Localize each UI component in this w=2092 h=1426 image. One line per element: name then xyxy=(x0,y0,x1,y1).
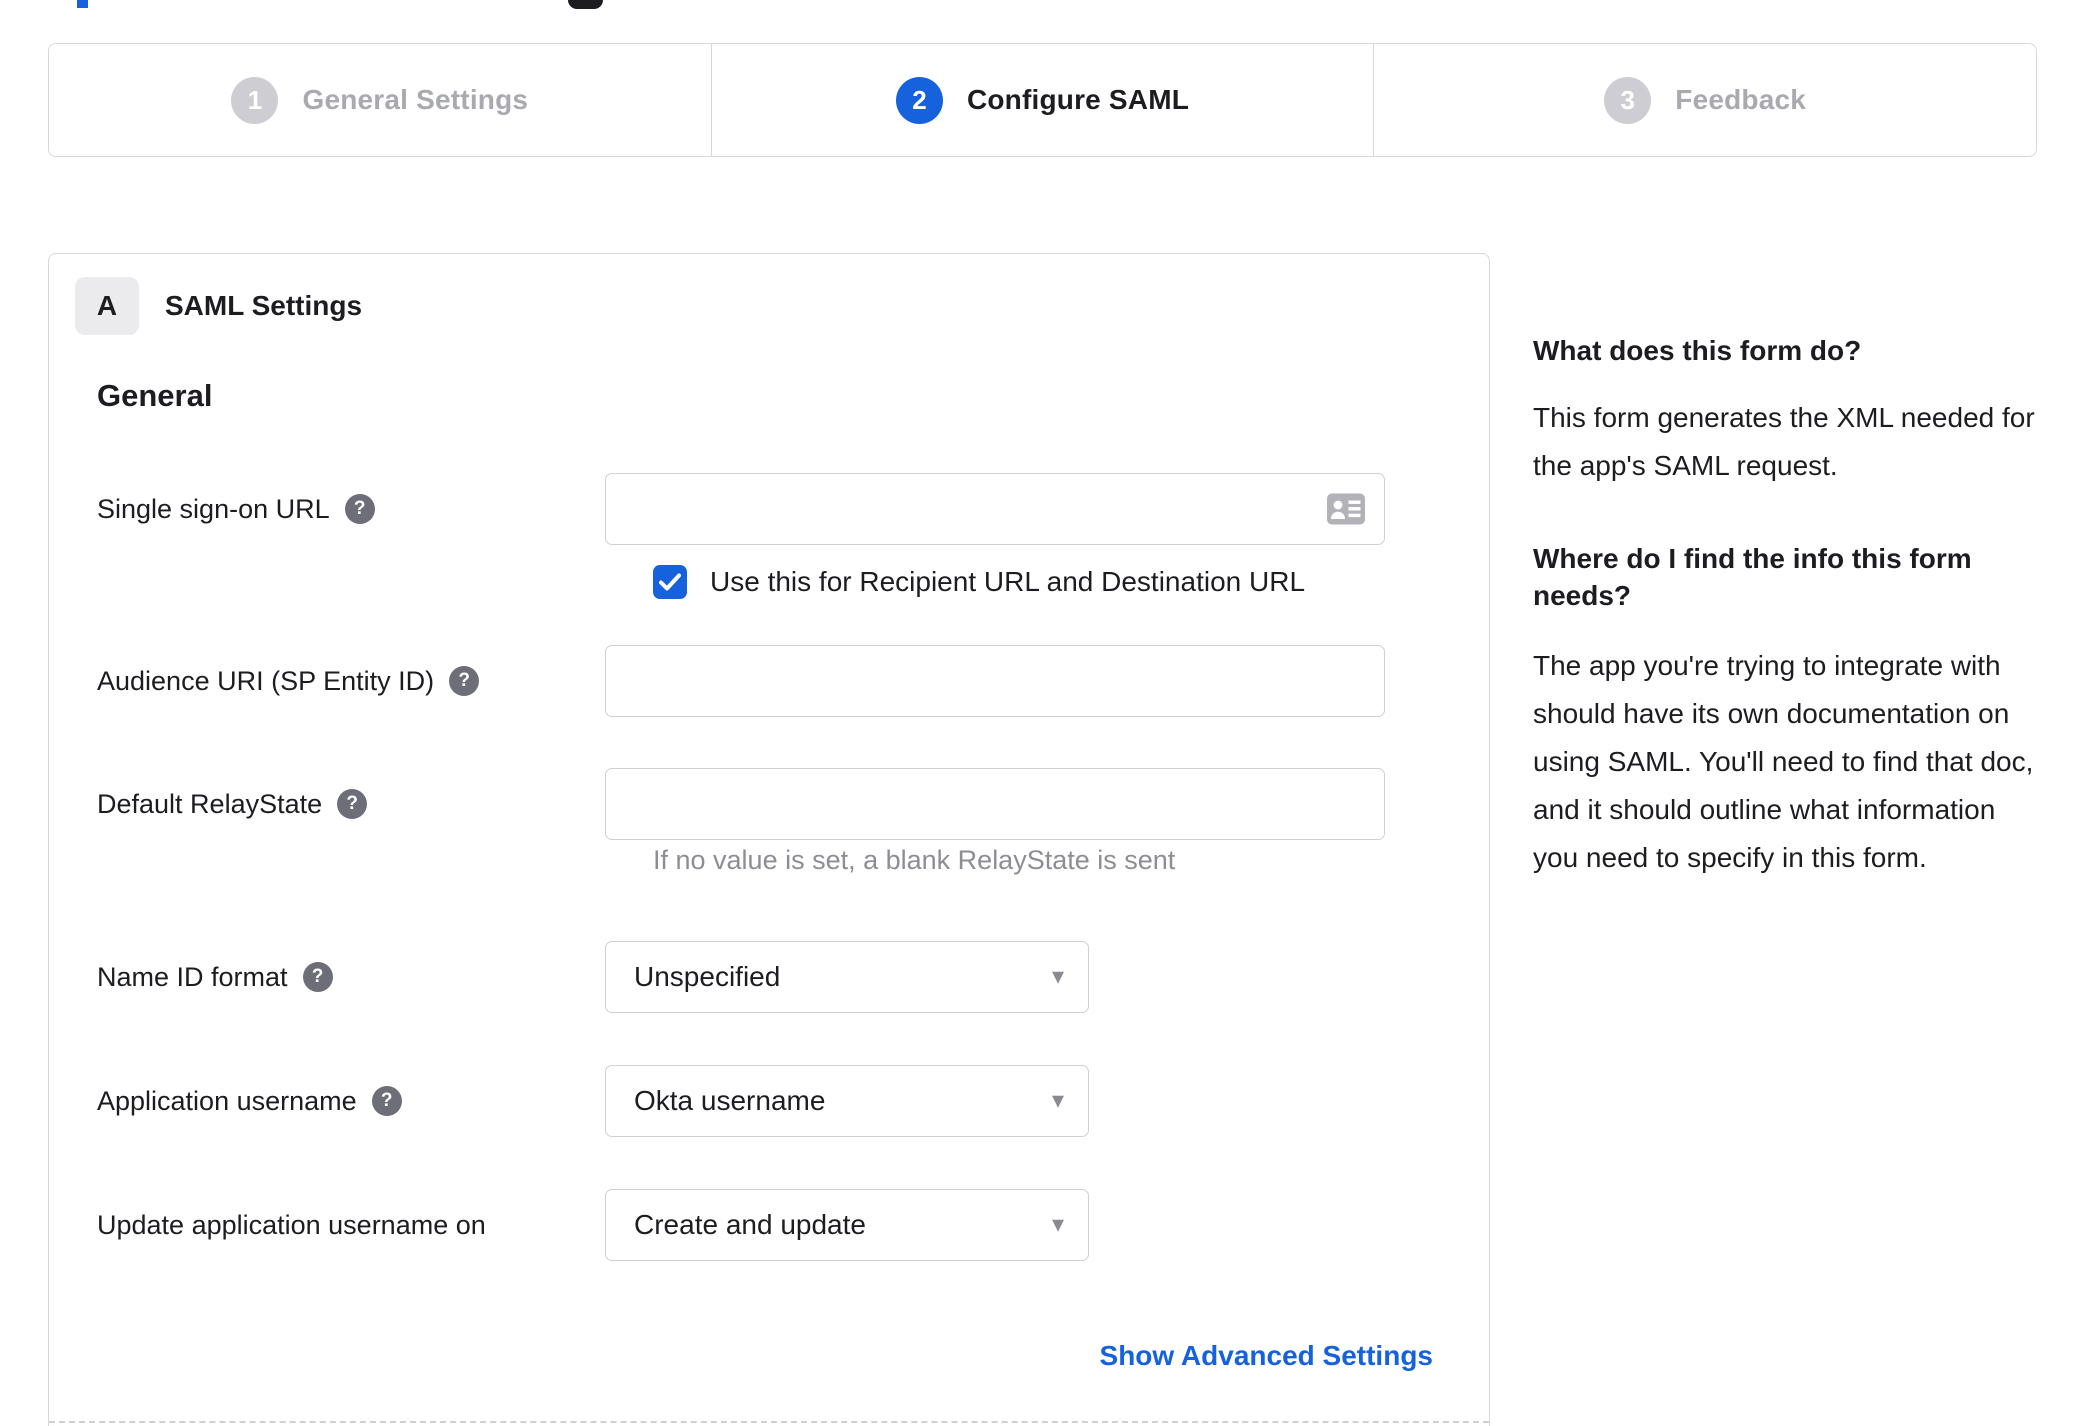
step-general-settings[interactable]: 1 General Settings xyxy=(49,44,711,156)
step-number-badge: 2 xyxy=(895,76,943,124)
help-icon[interactable]: ? xyxy=(344,494,375,524)
select-value: Unspecified xyxy=(634,961,781,992)
field-row-application-username: Application username ? Okta username ▾ xyxy=(49,1065,1489,1137)
step-feedback[interactable]: 3 Feedback xyxy=(1373,44,2036,156)
help-sidebar: What does this form do? This form genera… xyxy=(1533,305,2038,882)
sidebar-para-what: This form generates the XML needed for t… xyxy=(1533,402,2035,481)
field-label-text: Application username xyxy=(97,1085,357,1116)
step-number-badge: 1 xyxy=(231,76,279,124)
field-row-audience-uri: Audience URI (SP Entity ID) ? xyxy=(49,645,1489,717)
panel-title: SAML Settings xyxy=(165,290,363,321)
recipient-destination-checkbox-label[interactable]: Use this for Recipient URL and Destinati… xyxy=(710,566,1305,598)
field-label-text: Default RelayState xyxy=(97,788,323,819)
step-label: Configure SAML xyxy=(966,84,1190,115)
sidebar-heading-where: Where do I find the info this form needs… xyxy=(1533,543,1972,611)
single-sign-on-url-input-wrap xyxy=(605,473,1385,545)
wizard-stepper: 1 General Settings 2 Configure SAML 3 Fe… xyxy=(48,43,2037,157)
audience-uri-input[interactable] xyxy=(605,645,1385,717)
field-label-text: Audience URI (SP Entity ID) xyxy=(97,665,435,696)
show-advanced-settings-link[interactable]: Show Advanced Settings xyxy=(1100,1340,1433,1371)
recipient-destination-checkbox-row: Use this for Recipient URL and Destinati… xyxy=(653,565,1305,599)
field-row-default-relaystate: Default RelayState ? xyxy=(49,768,1489,840)
help-icon[interactable]: ? xyxy=(302,962,333,992)
panel-bottom-dashed-divider xyxy=(49,1421,1489,1423)
recipient-destination-checkbox[interactable] xyxy=(653,565,687,599)
general-heading: General xyxy=(97,378,213,413)
help-icon[interactable]: ? xyxy=(449,666,480,696)
name-id-format-select[interactable]: Unspecified ▾ xyxy=(605,941,1089,1013)
step-configure-saml[interactable]: 2 Configure SAML xyxy=(710,44,1374,156)
step-label: General Settings xyxy=(302,84,529,115)
select-value: Okta username xyxy=(634,1085,826,1116)
field-label-text: Single sign-on URL xyxy=(97,493,330,524)
field-label: Application username ? xyxy=(49,1086,605,1117)
field-label-text: Update application username on xyxy=(97,1209,486,1240)
step-number-badge: 3 xyxy=(1604,76,1652,124)
field-label: Audience URI (SP Entity ID) ? xyxy=(49,666,605,697)
field-label: Name ID format ? xyxy=(49,962,605,993)
field-label: Single sign-on URL ? xyxy=(49,494,605,525)
application-username-select[interactable]: Okta username ▾ xyxy=(605,1065,1089,1137)
help-icon[interactable]: ? xyxy=(337,789,368,819)
cutoff-dark-artifact xyxy=(568,0,603,9)
caret-down-icon: ▾ xyxy=(1051,963,1064,990)
advanced-link-row: Show Advanced Settings xyxy=(653,1340,1433,1372)
select-value: Create and update xyxy=(634,1209,866,1240)
field-label: Update application username on xyxy=(49,1210,605,1241)
sidebar-para-where: The app you're trying to integrate with … xyxy=(1533,650,2034,873)
contact-card-icon xyxy=(1327,493,1365,525)
step-label: Feedback xyxy=(1675,84,1807,115)
default-relaystate-input[interactable] xyxy=(605,768,1385,840)
section-a-badge: A xyxy=(75,277,139,335)
update-app-username-select[interactable]: Create and update ▾ xyxy=(605,1189,1089,1261)
field-row-update-app-username: Update application username on Create an… xyxy=(49,1189,1489,1261)
saml-settings-panel: A SAML Settings General Single sign-on U… xyxy=(48,253,1490,1426)
caret-down-icon: ▾ xyxy=(1051,1087,1064,1114)
relaystate-hint: If no value is set, a blank RelayState i… xyxy=(653,845,1176,875)
page: 1 General Settings 2 Configure SAML 3 Fe… xyxy=(0,0,2092,1426)
sidebar-heading-what: What does this form do? xyxy=(1533,335,1862,366)
cutoff-blue-artifact xyxy=(77,0,88,8)
caret-down-icon: ▾ xyxy=(1051,1211,1064,1238)
field-row-name-id-format: Name ID format ? Unspecified ▾ xyxy=(49,941,1489,1013)
help-icon[interactable]: ? xyxy=(371,1086,402,1116)
field-label-text: Name ID format xyxy=(97,961,288,992)
single-sign-on-url-input[interactable] xyxy=(605,473,1385,545)
check-icon xyxy=(659,573,681,591)
field-label: Default RelayState ? xyxy=(49,789,605,820)
field-row-single-sign-on-url: Single sign-on URL ? xyxy=(49,473,1489,545)
